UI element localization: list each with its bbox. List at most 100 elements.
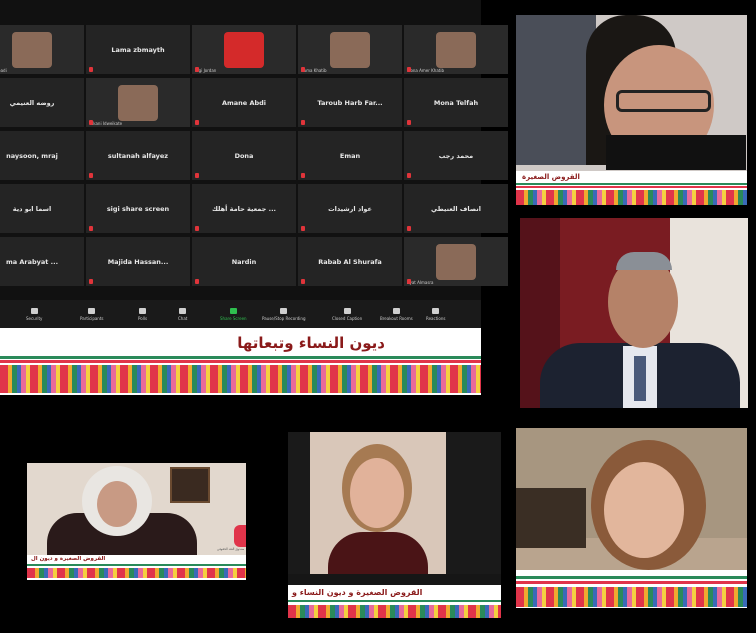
zoom-screen-share: Lama Zbadi Lama zbmayth Sigi JordanSuma Kh… <box>0 0 508 395</box>
participant-name: عواد ارشيدات <box>328 204 372 213</box>
participant-tile: Amane Abdi <box>192 78 296 127</box>
participant-tile: اسما ابو دية <box>0 184 84 233</box>
participant-label: Mona Amer Khatib <box>407 68 444 73</box>
video-tile-bottom-left: صندوق النقد الحقوقي القروض الصغيرة و ديو… <box>27 463 246 580</box>
participant-tile: Mona Amer Khatib <box>404 25 508 74</box>
mic-off-icon <box>195 67 199 72</box>
toolbar-label: Pause/Stop Recording <box>262 315 306 321</box>
mic-off-icon <box>89 226 93 231</box>
share-screen-icon <box>229 307 237 314</box>
presentation-banner: ديون النساء وتبعاتها <box>0 328 481 395</box>
participant-tile: عواد ارشيدات <box>298 184 402 233</box>
participant-tile: Eman <box>298 131 402 180</box>
video-tile-middle-right <box>520 218 748 408</box>
participant-grid: Lama Zbadi Lama zbmayth Sigi JordanSuma Kh… <box>0 23 508 298</box>
participant-tile: ma Arabyat ... <box>0 237 84 286</box>
participant-name: جمعية حامة أهلك ... <box>211 204 277 213</box>
tile-banner: القروض الصغيرة و ديون ال <box>27 555 246 580</box>
participant-name: Lama zbmayth <box>111 45 165 54</box>
toolbar-label: Security <box>26 315 43 321</box>
banner-title: ديون النساء وتبعاتها <box>237 334 385 352</box>
participant-label: Takani Idweikate <box>89 121 123 126</box>
participant-name: انصاف العنيطي <box>431 204 481 213</box>
participant-tile: naysoon, mraj <box>0 131 84 180</box>
toolbar-label: Share Screen <box>220 315 247 321</box>
participant-tile: Dona <box>192 131 296 180</box>
participant-tile: Majida Hassan... <box>86 237 190 286</box>
toolbar-polls[interactable]: Polls <box>138 300 147 328</box>
mic-off-icon <box>89 120 93 125</box>
tile-banner <box>516 570 747 608</box>
mic-off-icon <box>195 226 199 231</box>
participant-tile: Lama Zbadi <box>0 25 84 74</box>
toolbar-share-screen[interactable]: Share Screen <box>220 300 247 328</box>
mic-off-icon <box>407 279 411 284</box>
mic-off-icon <box>195 120 199 125</box>
mic-off-icon <box>407 173 411 178</box>
participant-thumbnail <box>436 31 476 68</box>
participant-tile: sultanah alfayez <box>86 131 190 180</box>
participant-name: sultanah alfayez <box>107 151 169 160</box>
toolbar-label: Closed Caption <box>332 315 363 321</box>
toolbar-chat[interactable]: Chat <box>178 300 187 328</box>
video-tile-bottom-middle: القروض الصغيرة و ديون النساء و <box>288 432 501 618</box>
participant-thumbnail <box>118 84 158 121</box>
participant-name: sigi share screen <box>106 204 170 213</box>
zoom-toolbar: Security Participants Polls Chat Share Scree… <box>0 300 481 328</box>
participant-name: ma Arabyat ... <box>5 257 59 266</box>
toolbar-label: Polls <box>138 315 148 321</box>
mic-off-icon <box>195 173 199 178</box>
mic-off-icon <box>89 279 93 284</box>
chat-icon <box>179 307 187 314</box>
participant-tile: Suma Khatib <box>298 25 402 74</box>
participant-name: Eman <box>339 151 361 160</box>
mic-off-icon <box>301 279 305 284</box>
closed-caption-icon <box>343 307 351 314</box>
mic-off-icon <box>89 67 93 72</box>
participant-name: محمد رجب <box>438 151 474 160</box>
participant-thumbnail <box>12 31 52 68</box>
participant-tile: Rabab Al Shurafa <box>298 237 402 286</box>
mic-off-icon <box>301 226 305 231</box>
participant-tile: انصاف العنيطي <box>404 184 508 233</box>
toolbar-pause-stop-recording[interactable]: Pause/Stop Recording <box>262 300 305 328</box>
security-icon <box>30 307 38 314</box>
participant-tile: جمعية حامة أهلك ... <box>192 184 296 233</box>
mic-off-icon <box>407 120 411 125</box>
participant-thumbnail <box>436 243 476 280</box>
mic-off-icon <box>407 67 411 72</box>
participant-name: Rabab Al Shurafa <box>318 257 382 266</box>
mic-off-icon <box>89 173 93 178</box>
participant-name: Nardin <box>231 257 257 266</box>
participant-tile: Lama zbmayth <box>86 25 190 74</box>
video-tile-top-right: القروض الصغيرة <box>516 15 747 205</box>
pause-stop-recording-icon <box>280 307 288 314</box>
participant-tile: Nardin <box>192 237 296 286</box>
participant-tile: Sigi Jordan <box>192 25 296 74</box>
participants-icon <box>88 307 96 314</box>
mic-off-icon <box>301 67 305 72</box>
toolbar-reactions[interactable]: Reactions <box>426 300 445 328</box>
toolbar-closed-caption[interactable]: Closed Caption <box>332 300 362 328</box>
participant-tile: روضه العنيمي <box>0 78 84 127</box>
participant-tile: Taroub Harb Far... <box>298 78 402 127</box>
participant-label: Lama Zbadi <box>0 68 7 73</box>
video-tile-bottom-right <box>516 428 747 608</box>
tile-banner: القروض الصغيرة و ديون النساء و <box>288 585 501 618</box>
tile-banner: القروض الصغيرة <box>516 171 747 205</box>
toolbar-label: Breakout Rooms <box>380 315 413 321</box>
toolbar-label: Participants <box>80 315 104 321</box>
participant-name: Taroub Harb Far... <box>317 98 383 107</box>
participant-name: Majida Hassan... <box>107 257 169 266</box>
participant-tile: Takani Idweikate <box>86 78 190 127</box>
participant-thumbnail <box>224 31 264 68</box>
toolbar-security[interactable]: Security <box>26 300 42 328</box>
participant-thumbnail <box>330 31 370 68</box>
toolbar-breakout-rooms[interactable]: Breakout Rooms <box>380 300 413 328</box>
participant-name: Amane Abdi <box>221 98 267 107</box>
participant-name: Dona <box>234 151 254 160</box>
participant-tile: محمد رجب <box>404 131 508 180</box>
toolbar-label: Chat <box>178 315 188 321</box>
toolbar-participants[interactable]: Participants <box>80 300 104 328</box>
mic-off-icon <box>195 279 199 284</box>
